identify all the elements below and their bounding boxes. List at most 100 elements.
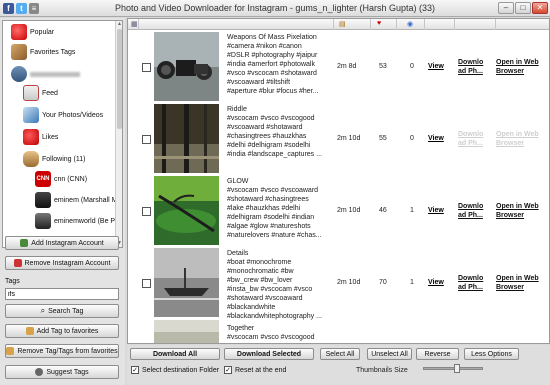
open-browser-link[interactable]: Open in Web Browser xyxy=(496,274,546,292)
title-bar: f t ≡ Photo and Video Downloader for Ins… xyxy=(0,0,550,17)
comments-count: 1 xyxy=(410,207,414,214)
tree-item-eminemworld[interactable]: eminemworld (Be P xyxy=(35,213,115,229)
bottom-toolbar: Download All Download Selected Select Al… xyxy=(127,345,550,385)
search-tag-button[interactable]: ⌕ Search Tag xyxy=(5,304,119,318)
add-tag-favorites-button[interactable]: Add Tag to favorites xyxy=(5,324,119,338)
suggest-tags-button[interactable]: Suggest Tags xyxy=(5,365,119,379)
account-name-blurred xyxy=(30,71,80,77)
post-age: 2m 10d xyxy=(337,207,361,214)
open-browser-link[interactable]: Open in Web Browser xyxy=(496,58,546,76)
remove-user-icon xyxy=(13,259,22,267)
heart-icon xyxy=(23,129,39,145)
thumbnails-size-slider[interactable] xyxy=(423,364,483,373)
select-all-button[interactable]: Select All xyxy=(320,348,360,360)
tree-item-feed[interactable]: Feed xyxy=(23,85,58,101)
tree-label: cnn (CNN) xyxy=(54,175,88,183)
minimize-button[interactable]: – xyxy=(498,2,514,14)
post-thumbnail[interactable] xyxy=(154,104,219,173)
home-icon xyxy=(23,85,39,101)
tags-label: Tags xyxy=(5,278,20,285)
checkbox-box[interactable]: ✓ xyxy=(224,366,232,374)
tree-item-favorites-tags[interactable]: Favorites Tags xyxy=(11,44,75,60)
select-destination-checkbox[interactable]: ✓ Select destination Folder xyxy=(131,366,219,374)
tree-label: Following (11) xyxy=(42,155,86,163)
tree-scrollbar[interactable]: ▲ ▼ xyxy=(115,21,122,247)
avatar-eminem xyxy=(35,192,51,208)
download-photo-link[interactable]: Downlo ad Ph... xyxy=(458,202,494,220)
reverse-button[interactable]: Reverse xyxy=(416,348,459,360)
image-column-icon[interactable]: ▦ xyxy=(131,20,138,28)
user-account-icon xyxy=(11,66,27,82)
view-link[interactable]: View xyxy=(428,135,444,142)
row-checkbox[interactable] xyxy=(142,63,151,72)
less-options-button[interactable]: Less Options xyxy=(464,348,519,360)
post-thumbnail[interactable] xyxy=(154,320,219,344)
row-checkbox[interactable] xyxy=(142,207,151,216)
calendar-icon[interactable]: ▤ xyxy=(339,20,346,28)
tree-item-cnn[interactable]: CNN cnn (CNN) xyxy=(35,171,87,187)
tree-item-account[interactable] xyxy=(11,66,80,82)
table-row[interactable]: GLOW #vscocam #vsco #vscoaward #shotawar… xyxy=(128,175,549,246)
table-row[interactable]: Details #boat #monochrome #monochromatic… xyxy=(128,247,549,320)
post-age: 2m 10d xyxy=(337,135,361,142)
tree-label: Likes xyxy=(42,133,59,141)
tree-label: Favorites Tags xyxy=(30,48,76,56)
open-browser-link[interactable]: Open in Web Browser xyxy=(496,130,546,148)
maximize-button[interactable]: □ xyxy=(515,2,531,14)
tree-item-your-photos[interactable]: Your Photos/Videos xyxy=(23,107,103,123)
close-button[interactable]: ✕ xyxy=(532,2,548,14)
tree-label: eminemworld (Be P xyxy=(54,217,116,225)
search-icon: ⌕ xyxy=(40,306,46,315)
suggest-icon xyxy=(35,368,44,376)
download-all-button[interactable]: Download All xyxy=(130,348,220,360)
tree-item-following[interactable]: Following (11) xyxy=(23,151,85,167)
table-row[interactable]: Riddle #vscocam #vsco #vscogood #vscoawa… xyxy=(128,103,549,174)
remove-tag-icon xyxy=(6,347,15,355)
download-photo-link[interactable]: Downlo ad Ph... xyxy=(458,130,494,148)
heart-icon[interactable]: ♥ xyxy=(377,20,381,27)
post-thumbnail[interactable] xyxy=(154,176,219,245)
slider-knob[interactable] xyxy=(453,364,460,373)
view-link[interactable]: View xyxy=(428,63,444,70)
tree-item-likes[interactable]: Likes xyxy=(23,129,58,145)
table-row[interactable]: Weapons Of Mass Pixelation #camera #niko… xyxy=(128,31,549,102)
add-tag-icon xyxy=(25,327,34,335)
unselect-all-button[interactable]: Unselect All xyxy=(367,348,412,360)
scroll-up-icon[interactable]: ▲ xyxy=(116,21,122,28)
tree-label: eminem (Marshall M xyxy=(54,196,118,204)
tree-label: Feed xyxy=(42,89,58,97)
post-thumbnail[interactable] xyxy=(154,32,219,101)
table-row[interactable]: Together #vscocam #vsco #vscogood xyxy=(128,319,549,344)
view-link[interactable]: View xyxy=(428,279,444,286)
remove-account-button[interactable]: Remove Instagram Account xyxy=(5,256,119,270)
download-photo-link[interactable]: Downlo ad Ph... xyxy=(458,58,494,76)
left-panel: Popular Favorites Tags Feed Your Photos/… xyxy=(0,18,125,385)
comments-count: 0 xyxy=(410,135,414,142)
add-account-button[interactable]: Add Instagram Account xyxy=(5,236,119,250)
likes-count: 53 xyxy=(379,63,387,70)
download-photo-link[interactable]: Downlo ad Ph... xyxy=(458,274,494,292)
open-browser-link[interactable]: Open in Web Browser xyxy=(496,202,546,220)
comments-icon[interactable]: ◉ xyxy=(407,20,413,28)
view-link[interactable]: View xyxy=(428,207,444,214)
post-thumbnail[interactable] xyxy=(154,248,219,317)
likes-count: 70 xyxy=(379,279,387,286)
row-checkbox[interactable] xyxy=(142,135,151,144)
comments-count: 0 xyxy=(410,63,414,70)
tree-item-popular[interactable]: Popular xyxy=(11,24,54,40)
scroll-thumb[interactable] xyxy=(117,29,122,129)
tags-input[interactable] xyxy=(5,288,119,300)
tree-item-eminem[interactable]: eminem (Marshall M xyxy=(35,192,117,208)
reset-at-end-checkbox[interactable]: ✓ Reset at the end xyxy=(224,366,286,374)
heart-icon xyxy=(11,24,27,40)
users-icon xyxy=(23,151,39,167)
photos-icon xyxy=(23,107,39,123)
thumbnails-size-label: Thumbnails Size xyxy=(356,367,408,374)
row-checkbox[interactable] xyxy=(142,279,151,288)
download-selected-button[interactable]: Download Selected xyxy=(224,348,314,360)
likes-count: 46 xyxy=(379,207,387,214)
checkbox-box[interactable]: ✓ xyxy=(131,366,139,374)
remove-tag-favorites-button[interactable]: Remove Tag/Tags from favorites xyxy=(5,344,119,358)
avatar-cnn: CNN xyxy=(35,171,51,187)
grid-header: ▦ ▤ ♥ ◉ xyxy=(128,19,549,30)
